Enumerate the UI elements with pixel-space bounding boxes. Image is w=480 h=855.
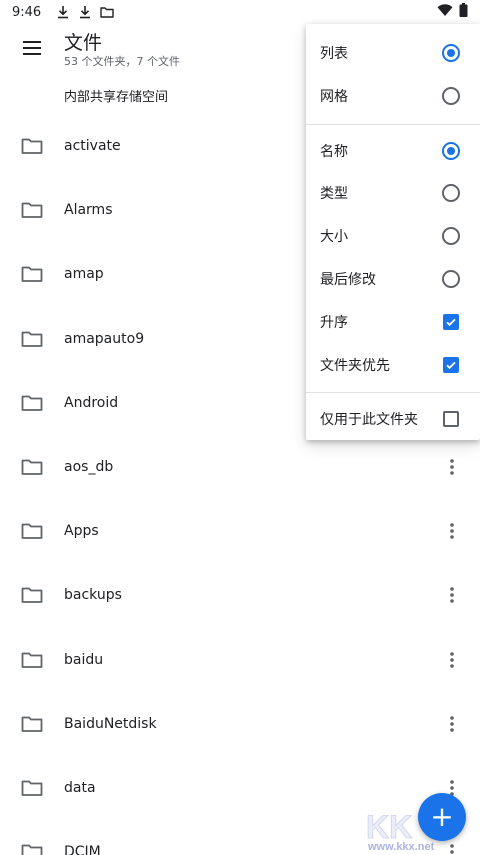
watermark-logo: KK www.kkx.net <box>360 800 480 855</box>
menu-item-label: 名称 <box>320 143 348 160</box>
page-title: 文件 <box>64 32 103 54</box>
radio-unselected-icon[interactable] <box>442 184 460 203</box>
radio-unselected-icon[interactable] <box>442 270 460 288</box>
folder-icon <box>21 201 43 219</box>
menu-item-control[interactable] <box>442 184 460 203</box>
breadcrumb[interactable]: 内部共享存储空间 <box>64 86 168 105</box>
folder-icon <box>21 779 43 797</box>
folder-icon <box>21 586 43 604</box>
folder-icon <box>21 715 43 733</box>
folder-icon <box>21 458 43 476</box>
more-options-icon[interactable] <box>442 646 462 674</box>
menu-item-label: 网格 <box>320 88 348 105</box>
folder-icon <box>21 265 43 283</box>
menu-item-radio[interactable]: 网格 <box>306 75 480 117</box>
file-name: amapauto9 <box>64 330 145 347</box>
menu-item-radio[interactable]: 列表 <box>306 32 480 74</box>
menu-item-control[interactable] <box>442 141 460 160</box>
menu-item-radio[interactable]: 名称 <box>306 130 480 172</box>
file-name: data <box>64 779 96 796</box>
menu-item-checkbox[interactable]: 仅用于此文件夹 <box>306 398 480 440</box>
menu-item-control[interactable] <box>442 313 460 331</box>
more-options-icon[interactable] <box>442 453 462 481</box>
wifi-icon <box>437 3 453 21</box>
menu-item-control[interactable] <box>442 86 460 105</box>
menu-item-radio[interactable]: 最后修改 <box>306 258 480 300</box>
menu-item-label: 文件夹优先 <box>320 357 390 374</box>
file-name: backups <box>64 587 122 604</box>
folder-icon <box>21 137 43 155</box>
folder-icon <box>99 4 115 20</box>
menu-item-label: 类型 <box>320 186 348 203</box>
file-name: aos_db <box>64 459 114 476</box>
file-name: activate <box>64 138 121 155</box>
file-name: BaiduNetdisk <box>64 715 157 732</box>
folder-icon <box>21 330 43 348</box>
file-list-item[interactable]: BaiduNetdisk <box>0 692 480 756</box>
menu-item-label: 大小 <box>320 229 348 246</box>
file-name: amap <box>64 266 104 283</box>
file-name: Apps <box>64 523 99 540</box>
folder-icon <box>21 522 43 540</box>
menu-item-control[interactable] <box>442 44 460 62</box>
menu-item-checkbox[interactable]: 文件夹优先 <box>306 344 480 386</box>
file-list-item[interactable]: aos_db <box>0 435 480 499</box>
file-name: baidu <box>64 651 104 668</box>
menu-item-label: 列表 <box>320 46 348 62</box>
menu-item-control[interactable] <box>442 270 460 288</box>
checkbox-checked-icon[interactable] <box>443 356 459 373</box>
radio-selected-icon[interactable] <box>442 141 460 160</box>
radio-unselected-icon[interactable] <box>442 227 460 246</box>
checkbox-unchecked-icon[interactable] <box>443 411 459 428</box>
status-bar: 9:46 <box>0 0 480 24</box>
watermark-text: www.kkx.net <box>368 841 435 853</box>
file-list-item[interactable]: Apps <box>0 499 480 563</box>
menu-item-control[interactable] <box>442 410 460 428</box>
folder-icon <box>21 394 43 412</box>
menu-item-control[interactable] <box>442 227 460 246</box>
menu-item-label: 仅用于此文件夹 <box>320 412 418 429</box>
status-time: 9:46 <box>12 4 42 20</box>
radio-selected-icon[interactable] <box>442 44 460 62</box>
more-options-icon[interactable] <box>442 517 462 545</box>
menu-item-control[interactable] <box>442 356 460 374</box>
more-options-icon[interactable] <box>442 581 462 609</box>
file-list-item[interactable]: baidu <box>0 628 480 692</box>
menu-divider <box>306 123 480 125</box>
hamburger-menu-icon[interactable] <box>12 32 52 64</box>
page-subtitle: 53 个文件夹，7 个文件 <box>64 55 180 68</box>
menu-item-label: 升序 <box>320 314 348 331</box>
download-icon <box>55 4 71 20</box>
menu-item-label: 最后修改 <box>320 272 376 288</box>
folder-icon <box>21 843 43 855</box>
file-list-item[interactable]: backups <box>0 563 480 627</box>
folder-icon <box>21 651 43 669</box>
radio-unselected-icon[interactable] <box>442 86 460 105</box>
menu-item-radio[interactable]: 类型 <box>306 172 480 214</box>
battery-icon <box>459 3 468 21</box>
file-name: Alarms <box>64 202 113 219</box>
checkbox-checked-icon[interactable] <box>443 313 459 330</box>
menu-divider <box>306 392 480 394</box>
svg-text:KK: KK <box>366 809 412 845</box>
menu-item-radio[interactable]: 大小 <box>306 215 480 257</box>
file-name: Android <box>64 394 119 411</box>
file-name: DCIM <box>64 844 101 855</box>
download-icon <box>77 4 93 20</box>
more-options-icon[interactable] <box>442 710 462 738</box>
menu-item-checkbox[interactable]: 升序 <box>306 301 480 343</box>
view-options-menu: 列表网格名称类型大小最后修改升序文件夹优先仅用于此文件夹 <box>306 24 480 440</box>
